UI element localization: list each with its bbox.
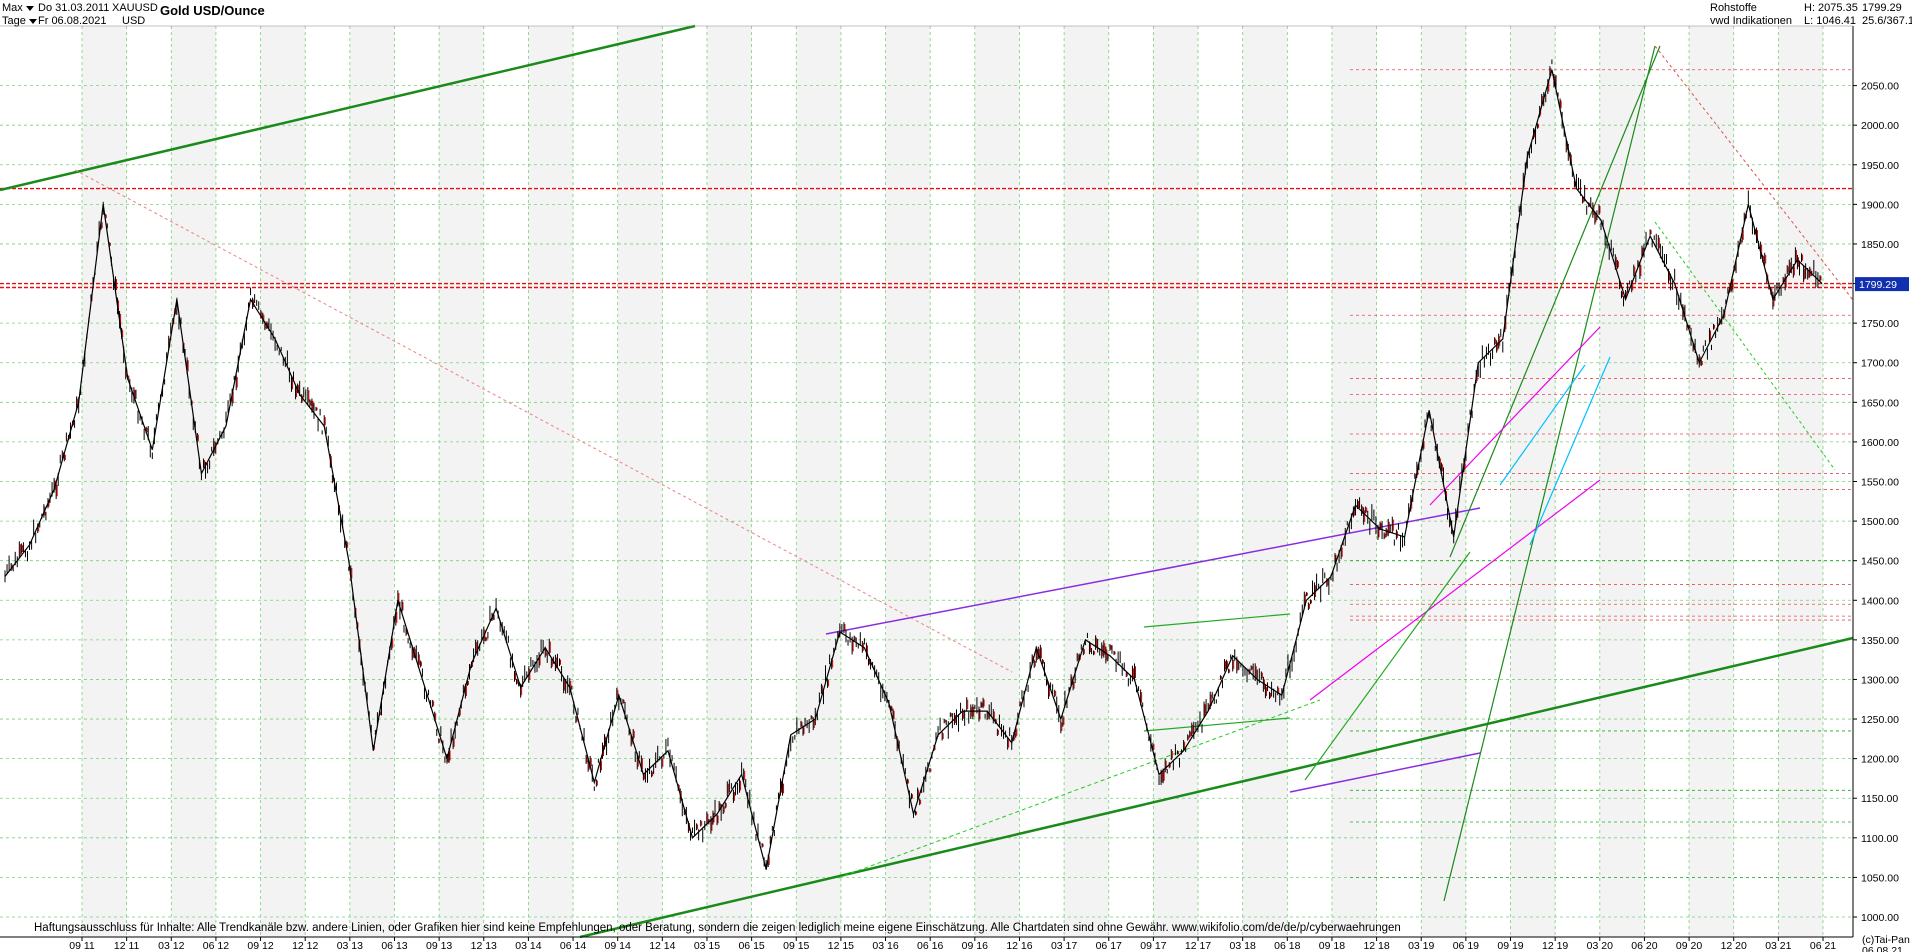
x-tick-label: 06 17 xyxy=(1096,940,1122,952)
x-tick-label: 03 20 xyxy=(1587,940,1613,952)
x-tick-label: 09 20 xyxy=(1676,940,1702,952)
disclaimer-text: Haftungsausschluss für Inhalte: Alle Tre… xyxy=(34,922,1401,934)
x-tick-label: 12 20 xyxy=(1721,940,1747,952)
y-tick-label: 1000.00 xyxy=(1861,912,1899,924)
x-tick-label: 06 20 xyxy=(1631,940,1657,952)
x-tick-label: 12 19 xyxy=(1542,940,1568,952)
y-tick-label: 1350.00 xyxy=(1861,635,1899,647)
x-tick-label: 06 13 xyxy=(381,940,407,952)
x-tick-label: 12 11 xyxy=(114,940,140,952)
x-tick-label: 06 14 xyxy=(560,940,586,952)
y-tick-label: 1600.00 xyxy=(1861,437,1899,449)
x-tick-label: 03 14 xyxy=(515,940,541,952)
x-tick-label: 06 15 xyxy=(738,940,764,952)
x-tick-label: 09 11 xyxy=(69,940,95,952)
x-tick-label: 09 12 xyxy=(247,940,273,952)
y-tick-label: 2050.00 xyxy=(1861,81,1899,93)
trend-line-long-term-support xyxy=(579,636,1854,939)
from-date: Do 31.03.2011 xyxy=(38,2,110,14)
source-label: vwd Indikationen xyxy=(1710,15,1792,27)
x-tick-label: 03 21 xyxy=(1765,940,1791,952)
x-tick-label: 06 21 xyxy=(1810,940,1836,952)
last-price-label: 1799.29 xyxy=(1859,279,1897,291)
chevron-down-icon xyxy=(28,18,37,24)
chevron-down-icon xyxy=(25,5,34,11)
x-tick-label: 03 15 xyxy=(694,940,720,952)
x-tick-label: 03 12 xyxy=(158,940,184,952)
range-selector[interactable]: Max xyxy=(2,2,34,15)
last-value: 1799.29 xyxy=(1862,2,1902,14)
x-tick-label: 09 18 xyxy=(1319,940,1345,952)
y-tick-label: 1550.00 xyxy=(1861,477,1899,489)
x-tick-label: 09 13 xyxy=(426,940,452,952)
x-tick-label: 03 16 xyxy=(872,940,898,952)
y-tick-label: 1450.00 xyxy=(1861,556,1899,568)
y-tick-label: 1150.00 xyxy=(1861,793,1898,805)
x-tick-label: 12 13 xyxy=(471,940,497,952)
x-tick-label: 06 19 xyxy=(1453,940,1479,952)
x-tick-label: 06 12 xyxy=(203,940,229,952)
y-tick-label: 1850.00 xyxy=(1861,239,1899,251)
x-tick-label: 06 16 xyxy=(917,940,943,952)
low-value: L: 1046.41 xyxy=(1804,15,1856,27)
x-tick-label: 12 15 xyxy=(828,940,854,952)
chart-title: Gold USD/Ounce xyxy=(160,3,265,18)
x-tick-label: 12 14 xyxy=(649,940,675,952)
to-date: Fr 06.08.2021 xyxy=(38,15,107,27)
y-tick-label: 1400.00 xyxy=(1861,595,1899,607)
x-tick-label: 12 12 xyxy=(292,940,318,952)
x-tick-label: 06 18 xyxy=(1274,940,1300,952)
high-value: H: 2075.35 xyxy=(1804,2,1858,14)
symbol: XAUUSD xyxy=(112,2,158,14)
end-date-label: 06.08.21 xyxy=(1862,945,1903,952)
currency: USD xyxy=(122,15,146,27)
category-label: Rohstoffe xyxy=(1710,2,1757,14)
x-tick-label: 03 17 xyxy=(1051,940,1077,952)
y-tick-label: 1750.00 xyxy=(1861,318,1899,330)
y-tick-label: 1300.00 xyxy=(1861,674,1899,686)
x-tick-label: 09 14 xyxy=(605,940,631,952)
x-tick-label: 03 19 xyxy=(1408,940,1434,952)
y-tick-label: 1200.00 xyxy=(1861,754,1899,766)
x-tick-label: 03 18 xyxy=(1230,940,1256,952)
x-tick-label: 12 18 xyxy=(1363,940,1389,952)
period-selector[interactable]: Tage xyxy=(2,15,37,28)
y-tick-label: 1950.00 xyxy=(1861,160,1899,172)
x-tick-label: 09 19 xyxy=(1497,940,1523,952)
extra-value: 25.6/367.1 xyxy=(1862,15,1912,27)
y-tick-label: 1650.00 xyxy=(1861,397,1899,409)
grid-lines xyxy=(0,26,1853,937)
x-tick-label: 12 16 xyxy=(1006,940,1032,952)
y-tick-label: 1700.00 xyxy=(1861,358,1899,370)
x-tick-label: 12 17 xyxy=(1185,940,1211,952)
x-tick-label: 09 17 xyxy=(1140,940,1166,952)
y-tick-label: 1250.00 xyxy=(1861,714,1899,726)
x-tick-label: 09 15 xyxy=(783,940,809,952)
x-tick-label: 03 13 xyxy=(337,940,363,952)
y-tick-label: 2000.00 xyxy=(1861,120,1899,132)
y-tick-label: 1900.00 xyxy=(1861,199,1899,211)
y-tick-label: 1050.00 xyxy=(1861,872,1899,884)
chart-canvas: 1000.00 1050.00 1100.00 1150.00 1200.00 1250.… xyxy=(0,24,1910,952)
y-tick-label: 1500.00 xyxy=(1861,516,1899,528)
x-tick-label: 09 16 xyxy=(962,940,988,952)
y-tick-label: 1100.00 xyxy=(1861,833,1898,845)
